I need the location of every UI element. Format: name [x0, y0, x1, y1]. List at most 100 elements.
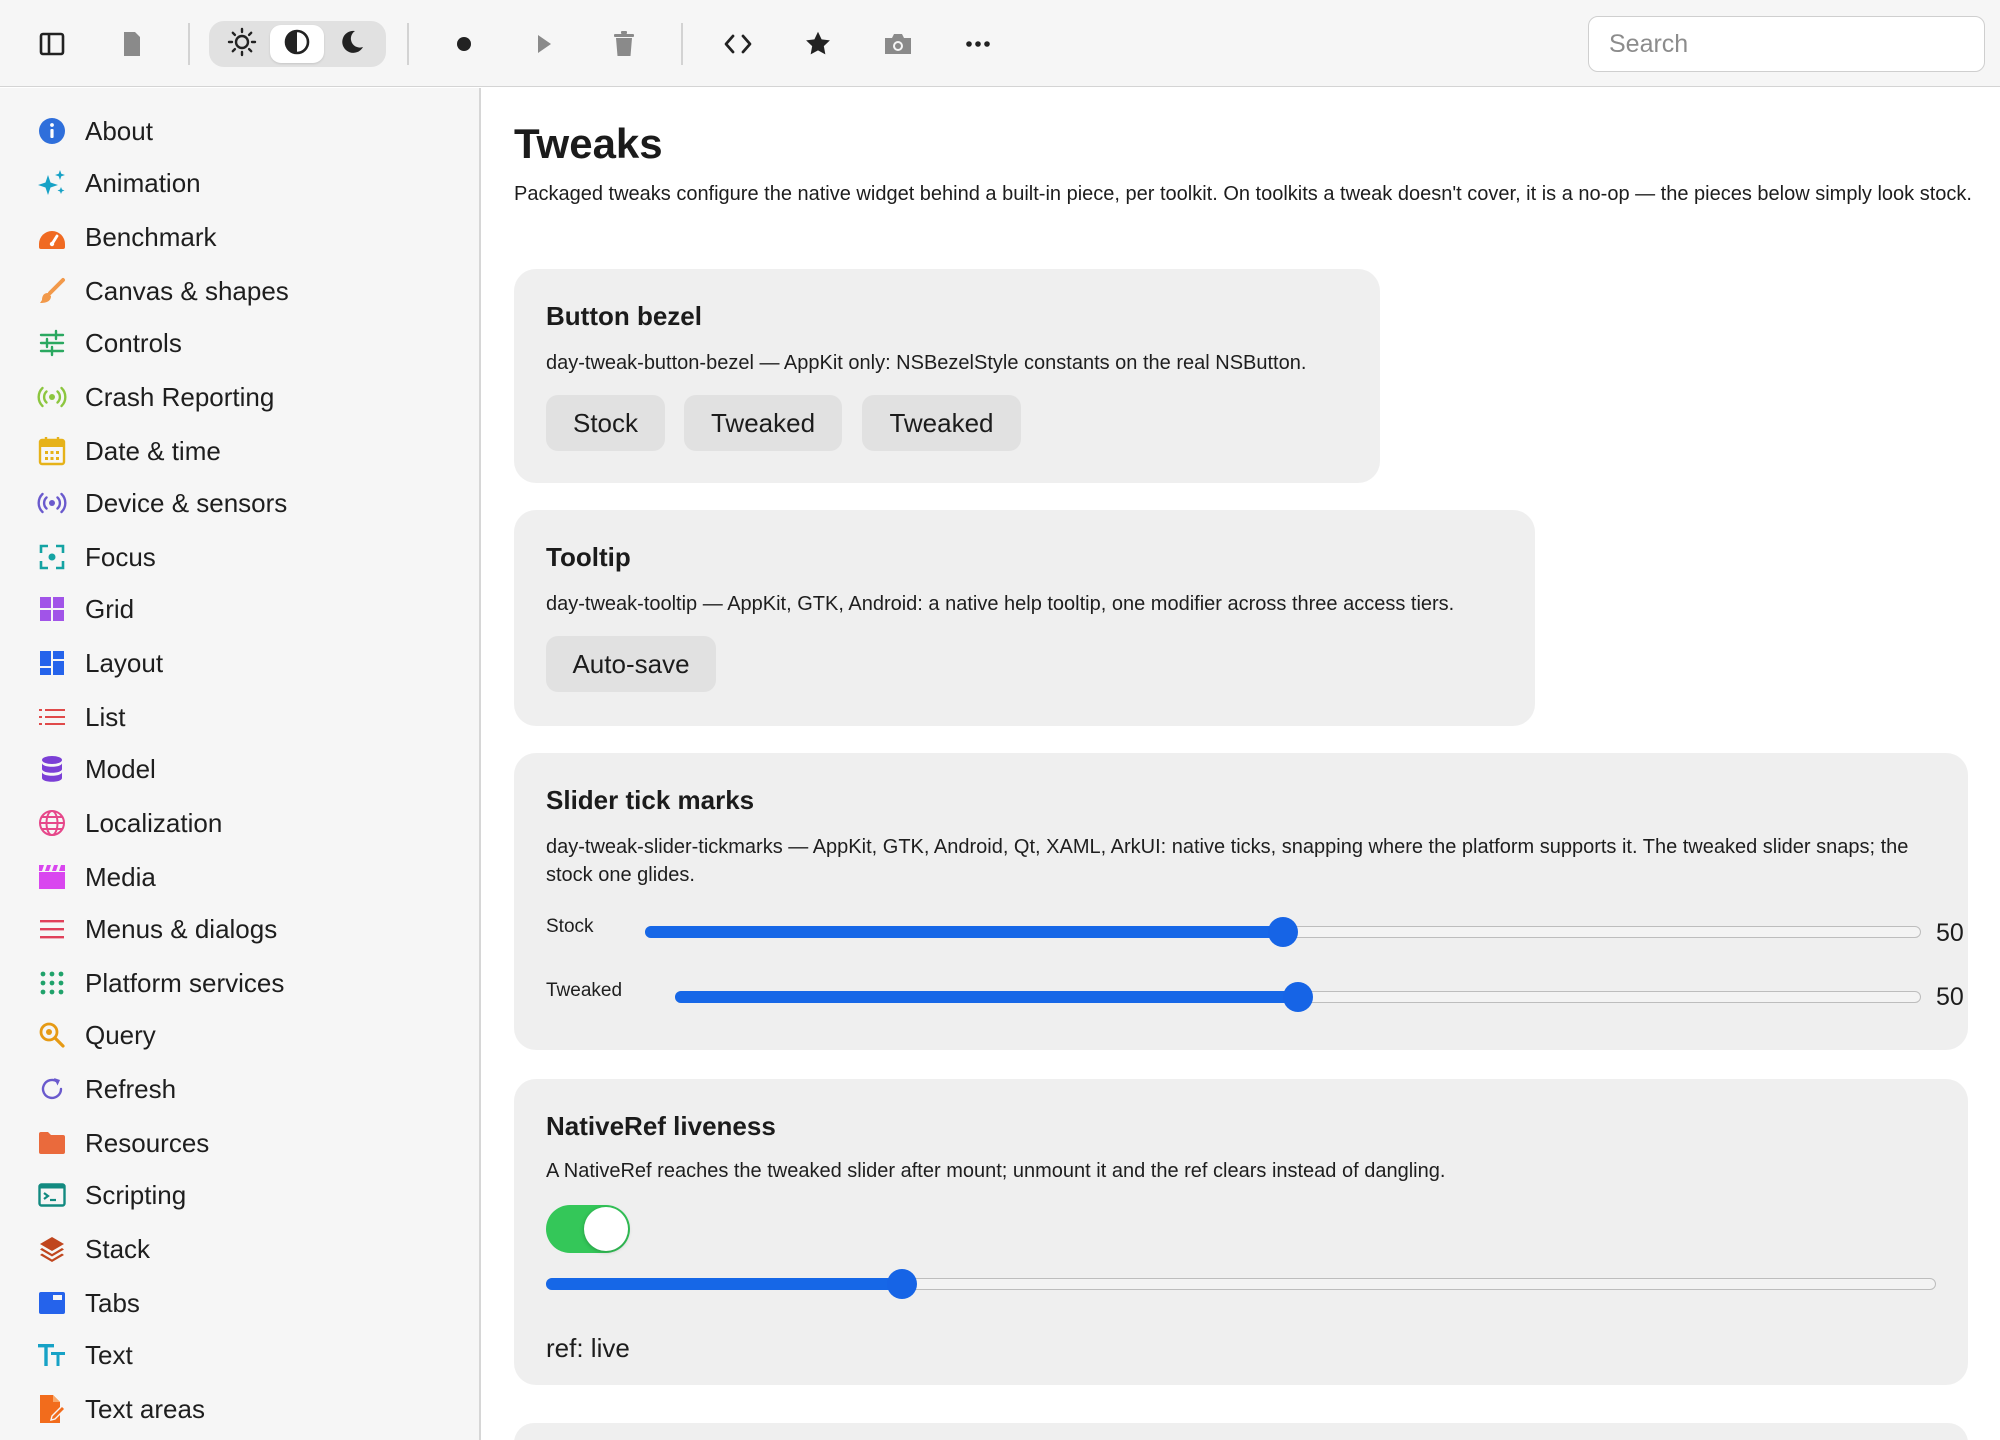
record-icon[interactable] [441, 21, 487, 67]
slider-thumb[interactable] [1268, 917, 1298, 947]
sliders-icon [37, 328, 67, 358]
sidebar-item-label: Animation [85, 167, 201, 198]
tweaked-button[interactable]: Tweaked [862, 395, 1021, 451]
sidebar-item-label: Text [85, 1339, 133, 1370]
light-theme-button[interactable] [215, 25, 269, 63]
sidebar-item-label: Tabs [85, 1287, 140, 1318]
sensor-icon [37, 488, 67, 518]
slider-fill [675, 991, 1298, 1003]
trash-icon[interactable] [601, 21, 647, 67]
gauge-icon [37, 222, 67, 252]
contrast-icon [283, 28, 311, 61]
auto-save-button[interactable]: Auto-save [546, 636, 716, 692]
sidebar-item-stack[interactable]: Stack [0, 1224, 479, 1274]
layers-icon [37, 1234, 67, 1264]
toolbar-divider [188, 23, 190, 65]
star-icon[interactable] [795, 21, 841, 67]
page-title: Tweaks [514, 120, 663, 167]
stock-button[interactable]: Stock [546, 395, 665, 451]
theme-switcher [209, 21, 386, 67]
card-description: day-tweak-tooltip — AppKit, GTK, Android… [546, 593, 1455, 615]
sidebar-item-tabs[interactable]: Tabs [0, 1278, 479, 1328]
sidebar-item-about[interactable]: About [0, 106, 479, 156]
info-icon [37, 116, 67, 146]
sidebar-item-controls[interactable]: Controls [0, 318, 479, 368]
sidebar-item-layout[interactable]: Layout [0, 638, 479, 688]
sidebar-item-focus[interactable]: Focus [0, 532, 479, 582]
slider-thumb[interactable] [886, 1269, 917, 1299]
stock-slider-label: Stock [546, 916, 594, 937]
camera-icon[interactable] [875, 21, 921, 67]
sidebar-item-device-sensors[interactable]: Device & sensors [0, 478, 479, 528]
sun-icon [227, 27, 257, 62]
sidebar-item-grid[interactable]: Grid [0, 584, 479, 634]
sidebar-item-label: Device & sensors [85, 487, 288, 518]
sidebar-item-label: Query [85, 1019, 156, 1050]
stock-slider[interactable] [645, 917, 1921, 947]
focus-icon [37, 542, 67, 572]
sidebar-item-label: Model [85, 753, 156, 784]
sidebar-item-text[interactable]: Text [0, 1330, 479, 1380]
card-description: A NativeRef reaches the tweaked slider a… [546, 1160, 1446, 1182]
nativeref-liveness-card: NativeRef liveness A NativeRef reaches t… [514, 1079, 1968, 1385]
tweaked-slider[interactable] [675, 982, 1921, 1012]
sidebar-item-label: Resources [85, 1127, 210, 1158]
more-icon[interactable] [955, 21, 1001, 67]
brush-icon [37, 276, 67, 306]
sidebar-item-platform-services[interactable]: Platform services [0, 958, 479, 1008]
sidebar: About Animation Benchmark Canvas & shape… [0, 88, 481, 1440]
nativeref-slider[interactable] [546, 1269, 1936, 1299]
toolbar-divider [681, 23, 683, 65]
sidebar-item-model[interactable]: Model [0, 744, 479, 794]
card-description: day-tweak-slider-tickmarks — AppKit, GTK… [546, 836, 1909, 886]
sidebar-item-text-areas[interactable]: Text areas [0, 1384, 479, 1434]
list-icon [37, 702, 67, 732]
document-icon[interactable] [109, 21, 155, 67]
sidebar-item-date-time[interactable]: Date & time [0, 426, 479, 476]
sidebar-item-refresh[interactable]: Refresh [0, 1064, 479, 1114]
sidebar-item-canvas-shapes[interactable]: Canvas & shapes [0, 266, 479, 316]
page-description: Packaged tweaks configure the native wid… [514, 183, 1972, 205]
button-bezel-card: Button bezel day-tweak-button-bezel — Ap… [514, 269, 1380, 483]
slider-thumb[interactable] [1283, 982, 1313, 1012]
database-icon [37, 754, 67, 784]
sidebar-item-scripting[interactable]: Scripting [0, 1170, 479, 1220]
sidebar-item-label: Canvas & shapes [85, 275, 289, 306]
sidebar-item-media[interactable]: Media [0, 852, 479, 902]
sidebar-item-benchmark[interactable]: Benchmark [0, 212, 479, 262]
play-icon[interactable] [521, 21, 567, 67]
tabs-icon [37, 1288, 67, 1318]
toolbar-divider [407, 23, 409, 65]
sidebar-item-query[interactable]: Query [0, 1010, 479, 1060]
sidebar-item-label: About [85, 115, 153, 146]
sidebar-item-label: Date & time [85, 435, 221, 466]
sidebar-item-menus-dialogs[interactable]: Menus & dialogs [0, 904, 479, 954]
auto-theme-button[interactable] [270, 25, 324, 63]
mount-toggle[interactable] [546, 1205, 630, 1253]
tooltip-card: Tooltip day-tweak-tooltip — AppKit, GTK,… [514, 510, 1535, 726]
sidebar-toggle-icon[interactable] [29, 21, 75, 67]
search-input[interactable] [1588, 16, 1985, 72]
dark-theme-button[interactable] [325, 25, 379, 63]
sidebar-item-label: Platform services [85, 967, 285, 998]
folder-icon [37, 1128, 67, 1158]
toggle-knob [584, 1207, 628, 1251]
sidebar-item-resources[interactable]: Resources [0, 1118, 479, 1168]
refresh-icon [37, 1074, 67, 1104]
sidebar-item-label: Grid [85, 593, 135, 624]
sidebar-item-localization[interactable]: Localization [0, 798, 479, 848]
card-title: NativeRef liveness [546, 1111, 776, 1141]
sidebar-item-animation[interactable]: Animation [0, 158, 479, 208]
code-icon[interactable] [715, 21, 761, 67]
toolbar [0, 0, 2000, 87]
sidebar-item-label: Stack [85, 1233, 151, 1264]
sidebar-item-crash-reporting[interactable]: Crash Reporting [0, 372, 479, 422]
card-title: Slider tick marks [546, 785, 755, 815]
tweaked-button[interactable]: Tweaked [684, 395, 842, 451]
sidebar-item-list[interactable]: List [0, 692, 479, 742]
sidebar-item-label: Refresh [85, 1073, 177, 1104]
sidebar-item-label: Benchmark [85, 221, 217, 252]
calendar-icon [37, 436, 67, 466]
globe-icon [37, 808, 67, 838]
ref-status: ref: live [546, 1333, 630, 1363]
